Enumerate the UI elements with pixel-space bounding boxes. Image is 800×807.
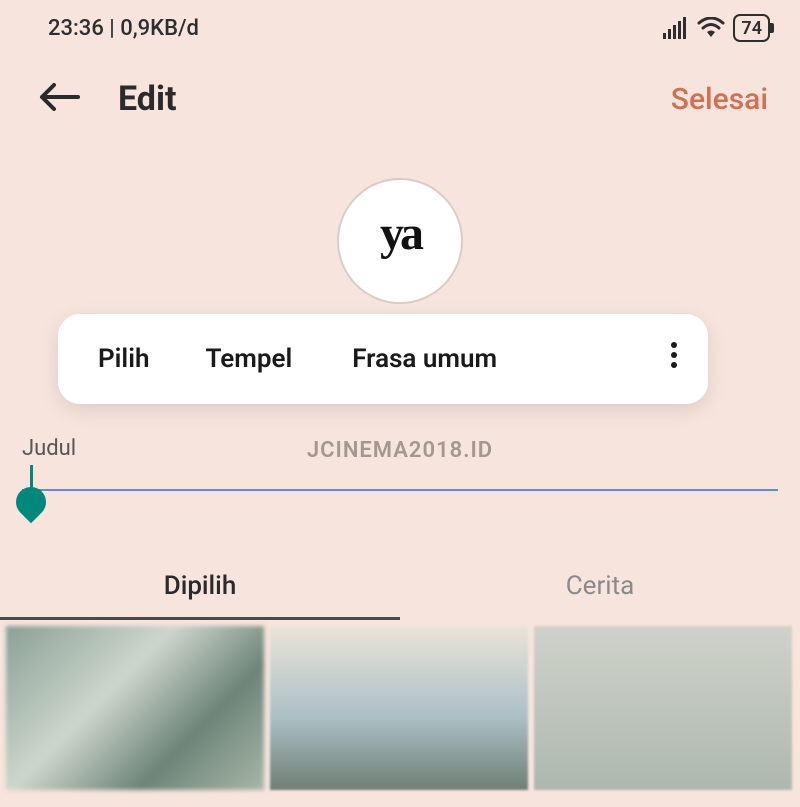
battery-icon: 74 [733, 14, 770, 42]
avatar-section: ya [0, 178, 800, 304]
wifi-icon [697, 17, 725, 39]
thumbnail-item[interactable] [6, 626, 264, 790]
input-underline [22, 489, 778, 491]
menu-phrases[interactable]: Frasa umum [352, 344, 497, 374]
thumbnail-item[interactable] [534, 626, 792, 790]
status-time: 23:36 [48, 16, 104, 41]
avatar[interactable]: ya [337, 178, 463, 304]
cellular-signal-icon [663, 17, 689, 39]
tab-selected[interactable]: Dipilih [0, 553, 400, 617]
thumbnail-grid [0, 620, 800, 790]
page-title: Edit [118, 79, 176, 119]
status-net-speed: 0,9KB/d [120, 16, 199, 41]
menu-paste[interactable]: Tempel [205, 344, 292, 374]
menu-select[interactable]: Pilih [98, 344, 149, 374]
title-field-label: Judul [22, 436, 778, 461]
status-left: 23:36 | 0,9KB/d [48, 16, 199, 41]
dots-vertical-icon [670, 341, 678, 369]
avatar-text: ya [380, 206, 420, 261]
done-button[interactable]: Selesai [671, 82, 768, 117]
status-right: 74 [663, 14, 770, 42]
tab-indicator [0, 617, 800, 620]
menu-more-button[interactable] [660, 341, 688, 377]
tab-row: Dipilih Cerita [0, 553, 800, 617]
title-input[interactable] [22, 467, 778, 509]
thumbnail-item[interactable] [270, 626, 528, 790]
arrow-left-icon [38, 81, 80, 113]
back-button[interactable] [38, 81, 94, 117]
tab-story[interactable]: Cerita [400, 553, 800, 617]
app-header: Edit Selesai [0, 56, 800, 142]
title-field: Judul JCINEMA2018.ID [0, 436, 800, 509]
text-cursor-handle[interactable] [30, 465, 33, 489]
status-bar: 23:36 | 0,9KB/d 74 [0, 0, 800, 56]
text-context-menu: Pilih Tempel Frasa umum [58, 314, 708, 404]
battery-percent: 74 [741, 18, 762, 39]
